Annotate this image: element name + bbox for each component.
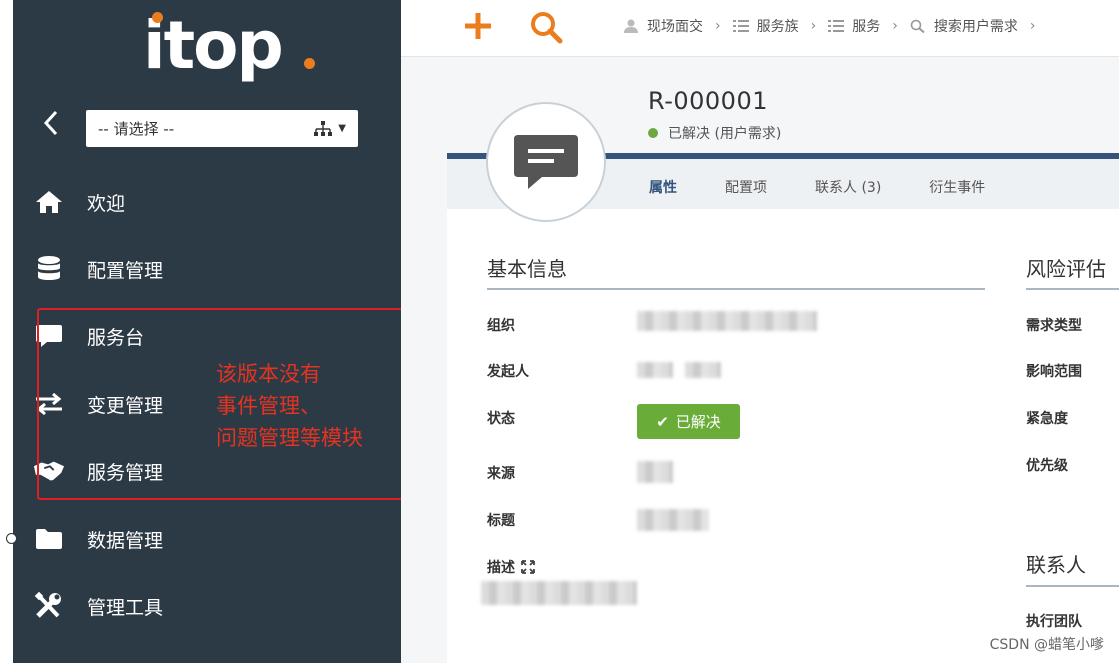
section-title-contacts: 联系人	[1026, 553, 1086, 577]
itop-logo[interactable]: itop	[143, 6, 333, 86]
list-bullet	[6, 533, 17, 544]
field-label-impact: 影响范围	[1026, 364, 1082, 380]
object-avatar	[486, 102, 606, 222]
user-icon	[624, 19, 638, 33]
breadcrumb-item[interactable]: 服务	[828, 16, 880, 36]
breadcrumb-label: 现场面交	[647, 19, 703, 35]
folder-icon	[33, 525, 65, 553]
new-object-button[interactable]	[461, 7, 495, 45]
search-icon	[910, 19, 925, 33]
annotation-line: 事件管理、	[216, 394, 321, 418]
object-reference: R-000001	[648, 87, 768, 115]
sidebar-item-label: 配置管理	[87, 259, 164, 282]
tab-config-items[interactable]: 配置项	[725, 177, 767, 197]
section-title-risk: 风险评估	[1026, 257, 1106, 281]
breadcrumb-label: 服务	[852, 19, 881, 35]
redacted-value	[637, 461, 673, 483]
list-icon	[828, 20, 845, 32]
status-badge: ✔ 已解决	[637, 404, 740, 439]
check-icon: ✔	[656, 412, 669, 431]
csdn-watermark: CSDN @蜡笔小嗲	[989, 637, 1104, 653]
tab-child-incidents[interactable]: 衍生事件	[929, 177, 985, 197]
field-label-priority: 优先级	[1026, 458, 1068, 474]
chevron-right-icon: ›	[715, 18, 721, 34]
redacted-value	[637, 509, 709, 531]
sidebar-item-config-management[interactable]: 配置管理	[33, 249, 373, 289]
home-icon	[33, 188, 65, 216]
expand-icon[interactable]	[521, 560, 535, 574]
top-bar: 现场面交 › 服务族 › 服务 › 搜索用户需求 ›	[401, 0, 1119, 57]
breadcrumb-label: 服务族	[756, 19, 799, 35]
tab-properties[interactable]: 属性	[649, 177, 677, 197]
sidebar-item-label: 数据管理	[87, 529, 164, 552]
section-divider	[487, 288, 985, 290]
annotation-line: 该版本没有	[216, 362, 321, 386]
logo-text: itop	[143, 7, 284, 84]
sidebar-item-label: 管理工具	[87, 596, 164, 619]
chevron-left-icon	[43, 110, 58, 136]
field-label-description-text: 描述	[487, 560, 515, 576]
sitemap-icon	[314, 120, 333, 136]
main-content: R-000001 已解决 (用户需求) 属性 配置项 联系人 (3) 衍生事件 …	[401, 57, 1119, 663]
sidebar-item-welcome[interactable]: 欢迎	[33, 182, 373, 222]
field-label-status: 状态	[487, 411, 515, 427]
organization-select-value: -- 请选择 --	[98, 120, 175, 138]
field-label-caller: 发起人	[487, 364, 529, 380]
redacted-value	[637, 362, 673, 378]
annotation-text: 该版本没有 事件管理、 问题管理等模块	[216, 358, 363, 454]
sidebar-item-data-management[interactable]: 数据管理	[33, 519, 373, 559]
breadcrumb-item[interactable]: 现场面交	[623, 16, 703, 36]
redacted-value	[481, 581, 637, 605]
breadcrumb: 现场面交 › 服务族 › 服务 › 搜索用户需求 ›	[623, 16, 1047, 36]
field-label-org: 组织	[487, 318, 515, 334]
breadcrumb-label: 搜索用户需求	[933, 19, 1018, 35]
field-label-request-type: 需求类型	[1026, 318, 1082, 334]
annotation-line: 问题管理等模块	[216, 426, 363, 450]
object-status-label: 已解决 (用户需求)	[668, 126, 782, 142]
redacted-value	[637, 311, 817, 331]
breadcrumb-item[interactable]: 服务族	[732, 16, 799, 36]
field-label-description: 描述	[487, 557, 535, 577]
breadcrumb-item[interactable]: 搜索用户需求	[910, 16, 1018, 36]
field-label-title: 标题	[487, 513, 515, 529]
status-badge-label: 已解决	[675, 413, 721, 431]
logo-dot	[304, 58, 315, 69]
chevron-down-icon: ▼	[338, 123, 346, 134]
redacted-value	[685, 362, 721, 378]
collapse-menu-button[interactable]	[37, 106, 65, 140]
sidebar: itop -- 请选择 -- ▼ 欢迎 配置管理 服务台 变更管理 服务管理 数…	[13, 0, 403, 663]
object-tabs: 属性 配置项 联系人 (3) 衍生事件	[649, 177, 1033, 197]
field-label-urgency: 紧急度	[1026, 411, 1068, 427]
field-label-team: 执行团队	[1026, 614, 1082, 630]
chevron-right-icon: ›	[1029, 18, 1036, 34]
section-divider	[1026, 288, 1119, 290]
logo-dot	[152, 12, 163, 23]
section-divider	[1026, 585, 1119, 587]
user-request-icon	[514, 135, 578, 189]
search-icon	[531, 12, 563, 44]
list-icon	[732, 20, 749, 32]
status-dot	[648, 128, 658, 138]
object-status: 已解决 (用户需求)	[648, 123, 781, 143]
database-icon	[33, 255, 65, 283]
field-label-origin: 来源	[487, 466, 515, 482]
sidebar-item-label: 欢迎	[87, 192, 126, 215]
tools-icon	[33, 592, 65, 620]
chevron-right-icon: ›	[892, 18, 898, 34]
organization-select[interactable]: -- 请选择 -- ▼	[86, 110, 358, 147]
sidebar-item-admin-tools[interactable]: 管理工具	[33, 586, 373, 626]
section-title-basic-info: 基本信息	[487, 257, 567, 281]
tab-contacts[interactable]: 联系人 (3)	[815, 177, 881, 197]
global-search-button[interactable]	[529, 10, 563, 44]
plus-icon	[465, 13, 491, 39]
chevron-right-icon: ›	[810, 18, 817, 34]
